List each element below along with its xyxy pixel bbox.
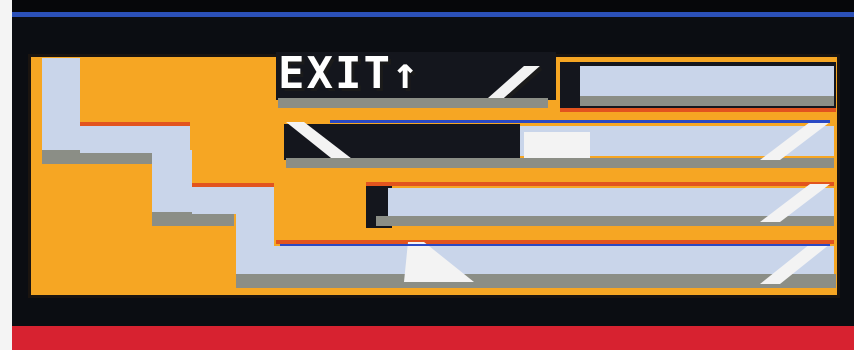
row2-blue-edge — [330, 120, 830, 123]
wall-stair-3-shadow — [152, 212, 234, 226]
row1-wall — [580, 66, 834, 96]
row2-wall-shadow — [286, 158, 834, 168]
wall-stair-4 — [192, 186, 274, 214]
wall-stair-3 — [152, 150, 192, 212]
wall-stair-1 — [42, 58, 80, 150]
row2-ramp-right — [760, 122, 830, 160]
wall-stair-2-edge — [80, 122, 190, 126]
wall-stair-5 — [236, 214, 274, 274]
row4-ramp-right — [760, 244, 830, 284]
row1-wall-shadow — [580, 96, 834, 106]
row4-blue-edge — [280, 244, 830, 246]
row1-edge — [560, 108, 836, 112]
row4-ramp-left — [404, 242, 474, 282]
ramp-icon — [488, 66, 542, 100]
row2-block — [524, 132, 590, 158]
row3-ramp-right — [760, 184, 830, 222]
exit-sign-ledge — [278, 98, 548, 108]
exit-sign: EXIT↑ — [278, 48, 421, 99]
bottom-red-stripe — [0, 326, 854, 350]
wall-stair-2 — [80, 125, 190, 153]
left-margin — [0, 0, 12, 350]
top-blue-stripe — [0, 12, 854, 17]
row4-wall — [274, 246, 834, 274]
wall-stair-4-edge — [192, 183, 274, 187]
wall-stair-5-shadow — [236, 274, 836, 288]
